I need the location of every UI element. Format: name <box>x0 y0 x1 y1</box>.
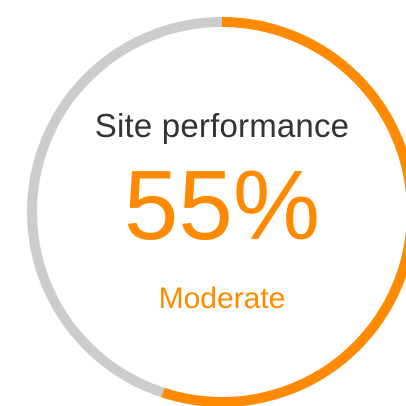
performance-gauge: Site performance 55% Moderate <box>0 0 406 406</box>
gauge-value: 55% <box>123 150 321 260</box>
gauge-title: Site performance <box>94 107 350 144</box>
gauge-status: Moderate <box>158 282 286 315</box>
